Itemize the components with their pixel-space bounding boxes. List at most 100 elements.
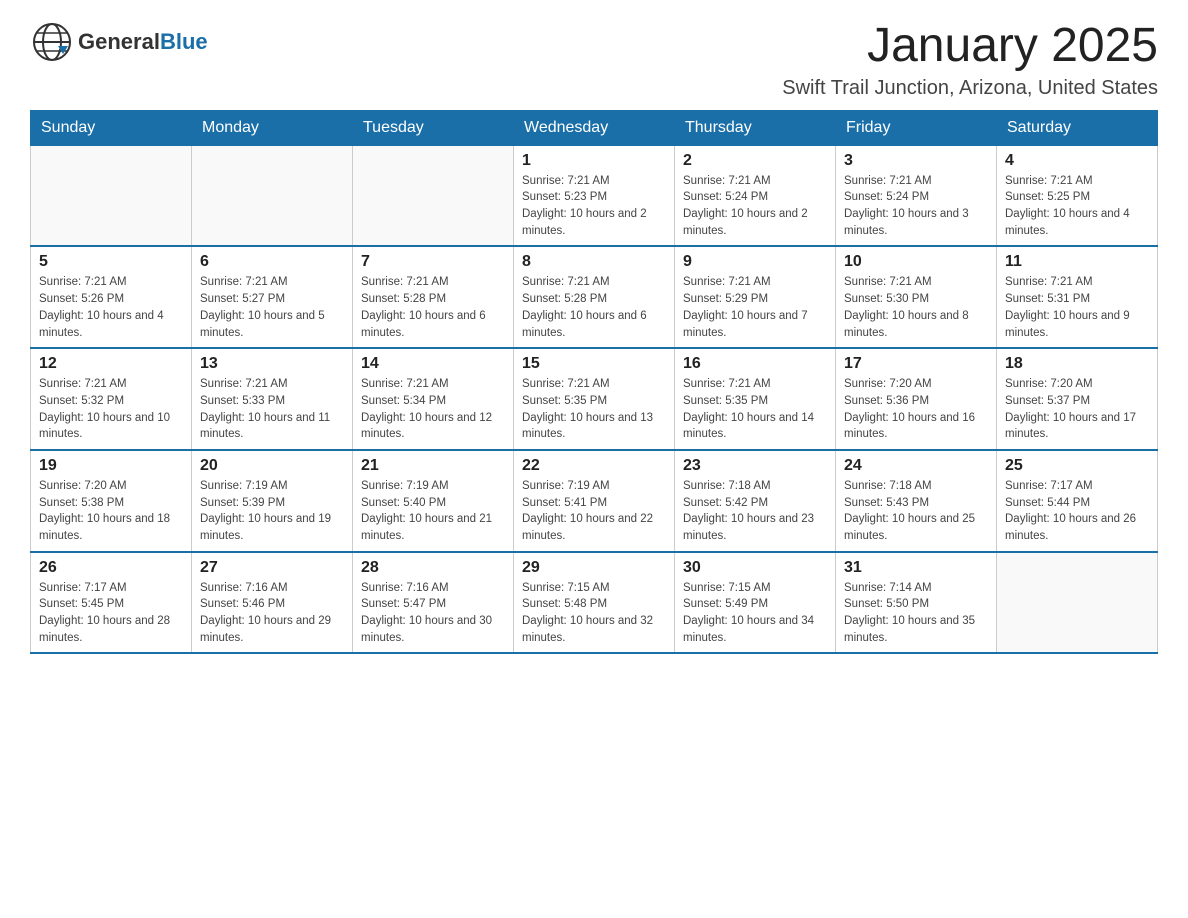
day-info: Sunrise: 7:21 AMSunset: 5:33 PMDaylight:… (200, 376, 344, 443)
calendar-cell: 6 Sunrise: 7:21 AMSunset: 5:27 PMDaylight… (192, 246, 353, 348)
calendar-cell: 25 Sunrise: 7:17 AMSunset: 5:44 PMDayligh… (997, 450, 1158, 552)
month-year-title: January 2025 (782, 20, 1158, 73)
day-info: Sunrise: 7:16 AMSunset: 5:46 PMDaylight:… (200, 580, 344, 647)
logo-blue-text: Blue (160, 29, 208, 54)
day-number: 30 (683, 559, 827, 577)
calendar-cell: 10Sunrise: 7:21 AMSunset: 5:30 PMDayligh… (836, 246, 997, 348)
day-number: 5 (39, 253, 183, 271)
day-number: 29 (522, 559, 666, 577)
weekday-header-thursday: Thursday (675, 110, 836, 145)
weekday-header-sunday: Sunday (31, 110, 192, 145)
day-info: Sunrise: 7:20 AMSunset: 5:38 PMDaylight:… (39, 478, 183, 545)
day-info: Sunrise: 7:21 AMSunset: 5:24 PMDaylight:… (844, 173, 988, 240)
day-info: Sunrise: 7:21 AMSunset: 5:24 PMDaylight:… (683, 173, 827, 240)
calendar-cell: 4Sunrise: 7:21 AMSunset: 5:25 PMDaylight… (997, 145, 1158, 246)
day-info: Sunrise: 7:21 AMSunset: 5:26 PMDaylight:… (39, 274, 183, 341)
weekday-header-saturday: Saturday (997, 110, 1158, 145)
calendar-cell: 30 Sunrise: 7:15 AMSunset: 5:49 PMDayligh… (675, 552, 836, 654)
day-info: Sunrise: 7:21 AMSunset: 5:31 PMDaylight:… (1005, 274, 1149, 341)
calendar-cell: 28 Sunrise: 7:16 AMSunset: 5:47 PMDayligh… (353, 552, 514, 654)
day-number: 23 (683, 457, 827, 475)
calendar-cell: 16 Sunrise: 7:21 AMSunset: 5:35 PMDayligh… (675, 348, 836, 450)
calendar-cell: 3 Sunrise: 7:21 AMSunset: 5:24 PMDaylight… (836, 145, 997, 246)
calendar-cell: 5 Sunrise: 7:21 AMSunset: 5:26 PMDaylight… (31, 246, 192, 348)
day-info: Sunrise: 7:18 AMSunset: 5:43 PMDaylight:… (844, 478, 988, 545)
calendar-cell: 9Sunrise: 7:21 AMSunset: 5:29 PMDaylight… (675, 246, 836, 348)
day-info: Sunrise: 7:21 AMSunset: 5:27 PMDaylight:… (200, 274, 344, 341)
calendar-cell: 29 Sunrise: 7:15 AMSunset: 5:48 PMDayligh… (514, 552, 675, 654)
calendar-cell: 19 Sunrise: 7:20 AMSunset: 5:38 PMDayligh… (31, 450, 192, 552)
day-number: 18 (1005, 355, 1149, 373)
weekday-header-tuesday: Tuesday (353, 110, 514, 145)
calendar-week-row: 5 Sunrise: 7:21 AMSunset: 5:26 PMDaylight… (31, 246, 1158, 348)
day-info: Sunrise: 7:21 AMSunset: 5:28 PMDaylight:… (361, 274, 505, 341)
calendar-cell: 2Sunrise: 7:21 AMSunset: 5:24 PMDaylight… (675, 145, 836, 246)
logo: GeneralBlue (30, 20, 208, 64)
calendar-cell: 24 Sunrise: 7:18 AMSunset: 5:43 PMDayligh… (836, 450, 997, 552)
day-number: 11 (1005, 253, 1149, 271)
day-number: 19 (39, 457, 183, 475)
weekday-header-wednesday: Wednesday (514, 110, 675, 145)
calendar-cell (31, 145, 192, 246)
calendar-cell: 26 Sunrise: 7:17 AMSunset: 5:45 PMDayligh… (31, 552, 192, 654)
day-number: 8 (522, 253, 666, 271)
day-number: 15 (522, 355, 666, 373)
calendar-cell: 21 Sunrise: 7:19 AMSunset: 5:40 PMDayligh… (353, 450, 514, 552)
day-number: 3 (844, 152, 988, 170)
logo-general-text: General (78, 29, 160, 54)
location-subtitle: Swift Trail Junction, Arizona, United St… (782, 77, 1158, 100)
day-number: 6 (200, 253, 344, 271)
day-number: 13 (200, 355, 344, 373)
calendar-cell: 23Sunrise: 7:18 AMSunset: 5:42 PMDayligh… (675, 450, 836, 552)
day-info: Sunrise: 7:21 AMSunset: 5:35 PMDaylight:… (683, 376, 827, 443)
day-number: 24 (844, 457, 988, 475)
day-number: 28 (361, 559, 505, 577)
day-number: 25 (1005, 457, 1149, 475)
day-number: 26 (39, 559, 183, 577)
day-info: Sunrise: 7:15 AMSunset: 5:48 PMDaylight:… (522, 580, 666, 647)
calendar-table: SundayMondayTuesdayWednesdayThursdayFrid… (30, 110, 1158, 654)
day-info: Sunrise: 7:17 AMSunset: 5:45 PMDaylight:… (39, 580, 183, 647)
calendar-cell: 27 Sunrise: 7:16 AMSunset: 5:46 PMDayligh… (192, 552, 353, 654)
day-info: Sunrise: 7:19 AMSunset: 5:40 PMDaylight:… (361, 478, 505, 545)
day-number: 4 (1005, 152, 1149, 170)
calendar-cell: 31Sunrise: 7:14 AMSunset: 5:50 PMDayligh… (836, 552, 997, 654)
calendar-cell: 7 Sunrise: 7:21 AMSunset: 5:28 PMDaylight… (353, 246, 514, 348)
day-info: Sunrise: 7:16 AMSunset: 5:47 PMDaylight:… (361, 580, 505, 647)
day-number: 10 (844, 253, 988, 271)
day-info: Sunrise: 7:17 AMSunset: 5:44 PMDaylight:… (1005, 478, 1149, 545)
day-info: Sunrise: 7:21 AMSunset: 5:32 PMDaylight:… (39, 376, 183, 443)
day-info: Sunrise: 7:21 AMSunset: 5:28 PMDaylight:… (522, 274, 666, 341)
day-number: 31 (844, 559, 988, 577)
day-number: 20 (200, 457, 344, 475)
day-info: Sunrise: 7:20 AMSunset: 5:36 PMDaylight:… (844, 376, 988, 443)
day-info: Sunrise: 7:20 AMSunset: 5:37 PMDaylight:… (1005, 376, 1149, 443)
day-number: 22 (522, 457, 666, 475)
day-number: 17 (844, 355, 988, 373)
day-number: 12 (39, 355, 183, 373)
day-number: 9 (683, 253, 827, 271)
calendar-cell: 14Sunrise: 7:21 AMSunset: 5:34 PMDayligh… (353, 348, 514, 450)
day-number: 14 (361, 355, 505, 373)
calendar-cell: 20 Sunrise: 7:19 AMSunset: 5:39 PMDayligh… (192, 450, 353, 552)
calendar-cell: 22 Sunrise: 7:19 AMSunset: 5:41 PMDayligh… (514, 450, 675, 552)
logo-icon (30, 20, 74, 64)
day-info: Sunrise: 7:19 AMSunset: 5:41 PMDaylight:… (522, 478, 666, 545)
day-number: 21 (361, 457, 505, 475)
day-number: 27 (200, 559, 344, 577)
calendar-cell (192, 145, 353, 246)
calendar-cell: 12 Sunrise: 7:21 AMSunset: 5:32 PMDayligh… (31, 348, 192, 450)
calendar-week-row: 1Sunrise: 7:21 AMSunset: 5:23 PMDaylight… (31, 145, 1158, 246)
day-number: 7 (361, 253, 505, 271)
weekday-header-row: SundayMondayTuesdayWednesdayThursdayFrid… (31, 110, 1158, 145)
day-info: Sunrise: 7:15 AMSunset: 5:49 PMDaylight:… (683, 580, 827, 647)
calendar-cell (353, 145, 514, 246)
day-info: Sunrise: 7:19 AMSunset: 5:39 PMDaylight:… (200, 478, 344, 545)
calendar-cell: 11 Sunrise: 7:21 AMSunset: 5:31 PMDayligh… (997, 246, 1158, 348)
calendar-week-row: 26 Sunrise: 7:17 AMSunset: 5:45 PMDayligh… (31, 552, 1158, 654)
calendar-cell: 8 Sunrise: 7:21 AMSunset: 5:28 PMDaylight… (514, 246, 675, 348)
day-number: 16 (683, 355, 827, 373)
title-block: January 2025 Swift Trail Junction, Arizo… (782, 20, 1158, 100)
day-info: Sunrise: 7:21 AMSunset: 5:35 PMDaylight:… (522, 376, 666, 443)
page-header: GeneralBlue January 2025 Swift Trail Jun… (30, 20, 1158, 100)
